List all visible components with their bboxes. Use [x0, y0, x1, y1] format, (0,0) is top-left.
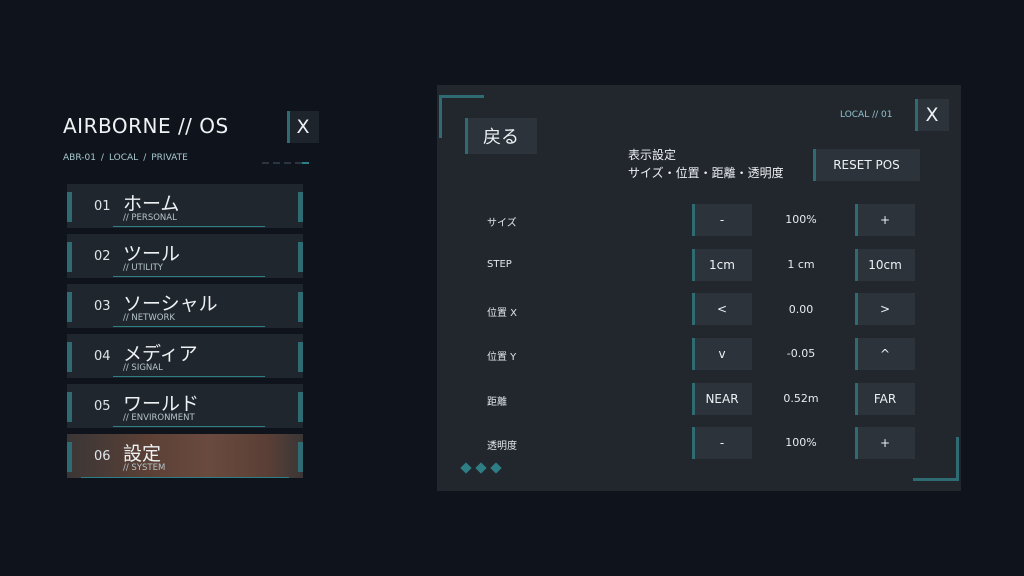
decorative-diamonds: [460, 462, 502, 474]
row-label-size: サイズ: [487, 218, 517, 229]
menu-item-label: ワールド: [123, 393, 200, 415]
distance-far-button[interactable]: FAR: [855, 383, 915, 415]
distance-near-button[interactable]: NEAR: [692, 383, 752, 415]
size-value: 100%: [785, 213, 817, 226]
panel-tag: LOCAL // 01: [840, 110, 893, 120]
menu-item-accent: [298, 192, 303, 222]
app-close-button[interactable]: X: [287, 111, 319, 143]
menu-item-sublabel: // SIGNAL: [123, 363, 163, 373]
menu-item-underline: [81, 477, 289, 478]
menu-item-sublabel: // UTILITY: [123, 263, 163, 273]
breadcrumb-item: PRIVATE: [151, 153, 188, 163]
position-x-right-button[interactable]: >: [855, 293, 915, 325]
menu-item-label: ホーム: [123, 193, 180, 215]
menu-item-accent: [298, 442, 303, 472]
menu-item-underline: [113, 326, 265, 327]
step-small-button[interactable]: 1cm: [692, 249, 752, 281]
menu-item-accent: [67, 392, 72, 422]
row-label-position-y: 位置 Y: [487, 352, 517, 363]
menu-item-sublabel: // NETWORK: [123, 313, 175, 323]
diamond-icon: [460, 462, 472, 474]
back-button[interactable]: 戻る: [465, 118, 537, 154]
menu-item-sublabel: // SYSTEM: [123, 463, 166, 473]
menu-item-number: 04: [94, 349, 111, 364]
menu-item-underline: [113, 226, 265, 227]
main-menu: 01 ホーム // PERSONAL 02 ツール // UTILITY 03 …: [67, 184, 303, 484]
size-decrease-button[interactable]: -: [692, 204, 752, 236]
menu-item-number: 02: [94, 249, 111, 264]
menu-item-label: ツール: [123, 243, 181, 265]
position-x-value: 0.00: [788, 303, 814, 316]
menu-item-sublabel: // ENVIRONMENT: [123, 413, 195, 423]
opacity-increase-button[interactable]: +: [855, 427, 915, 459]
breadcrumb-item: ABR-01: [63, 153, 96, 163]
breadcrumb-separator: /: [100, 153, 104, 163]
opacity-decrease-button[interactable]: -: [692, 427, 752, 459]
row-label-step: STEP: [487, 259, 512, 270]
menu-item-media[interactable]: 04 メディア // SIGNAL: [67, 334, 303, 378]
menu-item-world[interactable]: 05 ワールド // ENVIRONMENT: [67, 384, 303, 428]
row-label-position-x: 位置 X: [487, 308, 518, 319]
menu-item-social[interactable]: 03 ソーシャル // NETWORK: [67, 284, 303, 328]
position-x-left-button[interactable]: <: [692, 293, 752, 325]
menu-item-number: 03: [94, 299, 111, 314]
corner-bracket: [439, 95, 484, 98]
menu-item-settings[interactable]: 06 設定 // SYSTEM: [67, 434, 303, 478]
menu-item-accent: [298, 342, 303, 372]
menu-item-label: 設定: [123, 443, 162, 465]
menu-item-number: 06: [94, 449, 111, 464]
step-large-button[interactable]: 10cm: [855, 249, 915, 281]
section-subtitle: サイズ・位置・距離・透明度: [628, 166, 784, 180]
menu-item-underline: [113, 276, 265, 277]
distance-value: 0.52m: [783, 392, 819, 405]
menu-item-accent: [298, 292, 303, 322]
menu-item-accent: [67, 242, 72, 272]
menu-item-underline: [113, 426, 265, 427]
corner-bracket: [956, 437, 959, 481]
diamond-icon: [490, 462, 502, 474]
menu-item-label: ソーシャル: [123, 293, 218, 315]
close-icon: X: [296, 116, 310, 138]
position-y-up-button[interactable]: ^: [855, 338, 915, 370]
menu-item-number: 05: [94, 399, 111, 414]
menu-item-home[interactable]: 01 ホーム // PERSONAL: [67, 184, 303, 228]
menu-item-accent: [67, 342, 72, 372]
step-value: 1 cm: [787, 258, 815, 271]
position-y-down-button[interactable]: v: [692, 338, 752, 370]
diamond-icon: [475, 462, 487, 474]
row-label-opacity: 透明度: [487, 441, 517, 452]
breadcrumb-separator: /: [143, 153, 147, 163]
panel-close-button[interactable]: X: [915, 99, 949, 131]
size-increase-button[interactable]: +: [855, 204, 915, 236]
menu-item-accent: [67, 192, 72, 222]
menu-item-accent: [298, 392, 303, 422]
menu-item-number: 01: [94, 199, 111, 214]
app-title: AIRBORNE // OS: [63, 114, 229, 138]
menu-item-underline: [113, 376, 265, 377]
reset-pos-button[interactable]: RESET POS: [813, 149, 920, 181]
breadcrumb-item: LOCAL: [108, 153, 139, 163]
menu-item-tools[interactable]: 02 ツール // UTILITY: [67, 234, 303, 278]
corner-bracket: [439, 95, 442, 138]
menu-item-sublabel: // PERSONAL: [123, 213, 177, 223]
menu-item-accent: [67, 442, 72, 472]
corner-bracket: [913, 478, 959, 481]
row-label-distance: 距離: [487, 397, 507, 408]
menu-item-accent: [298, 242, 303, 272]
menu-item-label: メディア: [123, 343, 198, 365]
breadcrumb: ABR-01 / LOCAL / PRIVATE: [63, 153, 188, 163]
opacity-value: 100%: [785, 436, 817, 449]
section-heading: 表示設定 サイズ・位置・距離・透明度: [628, 146, 784, 182]
menu-item-accent: [67, 292, 72, 322]
close-icon: X: [925, 104, 939, 126]
page-indicator: [262, 162, 310, 165]
position-y-value: -0.05: [786, 347, 816, 360]
section-title: 表示設定: [628, 148, 677, 162]
